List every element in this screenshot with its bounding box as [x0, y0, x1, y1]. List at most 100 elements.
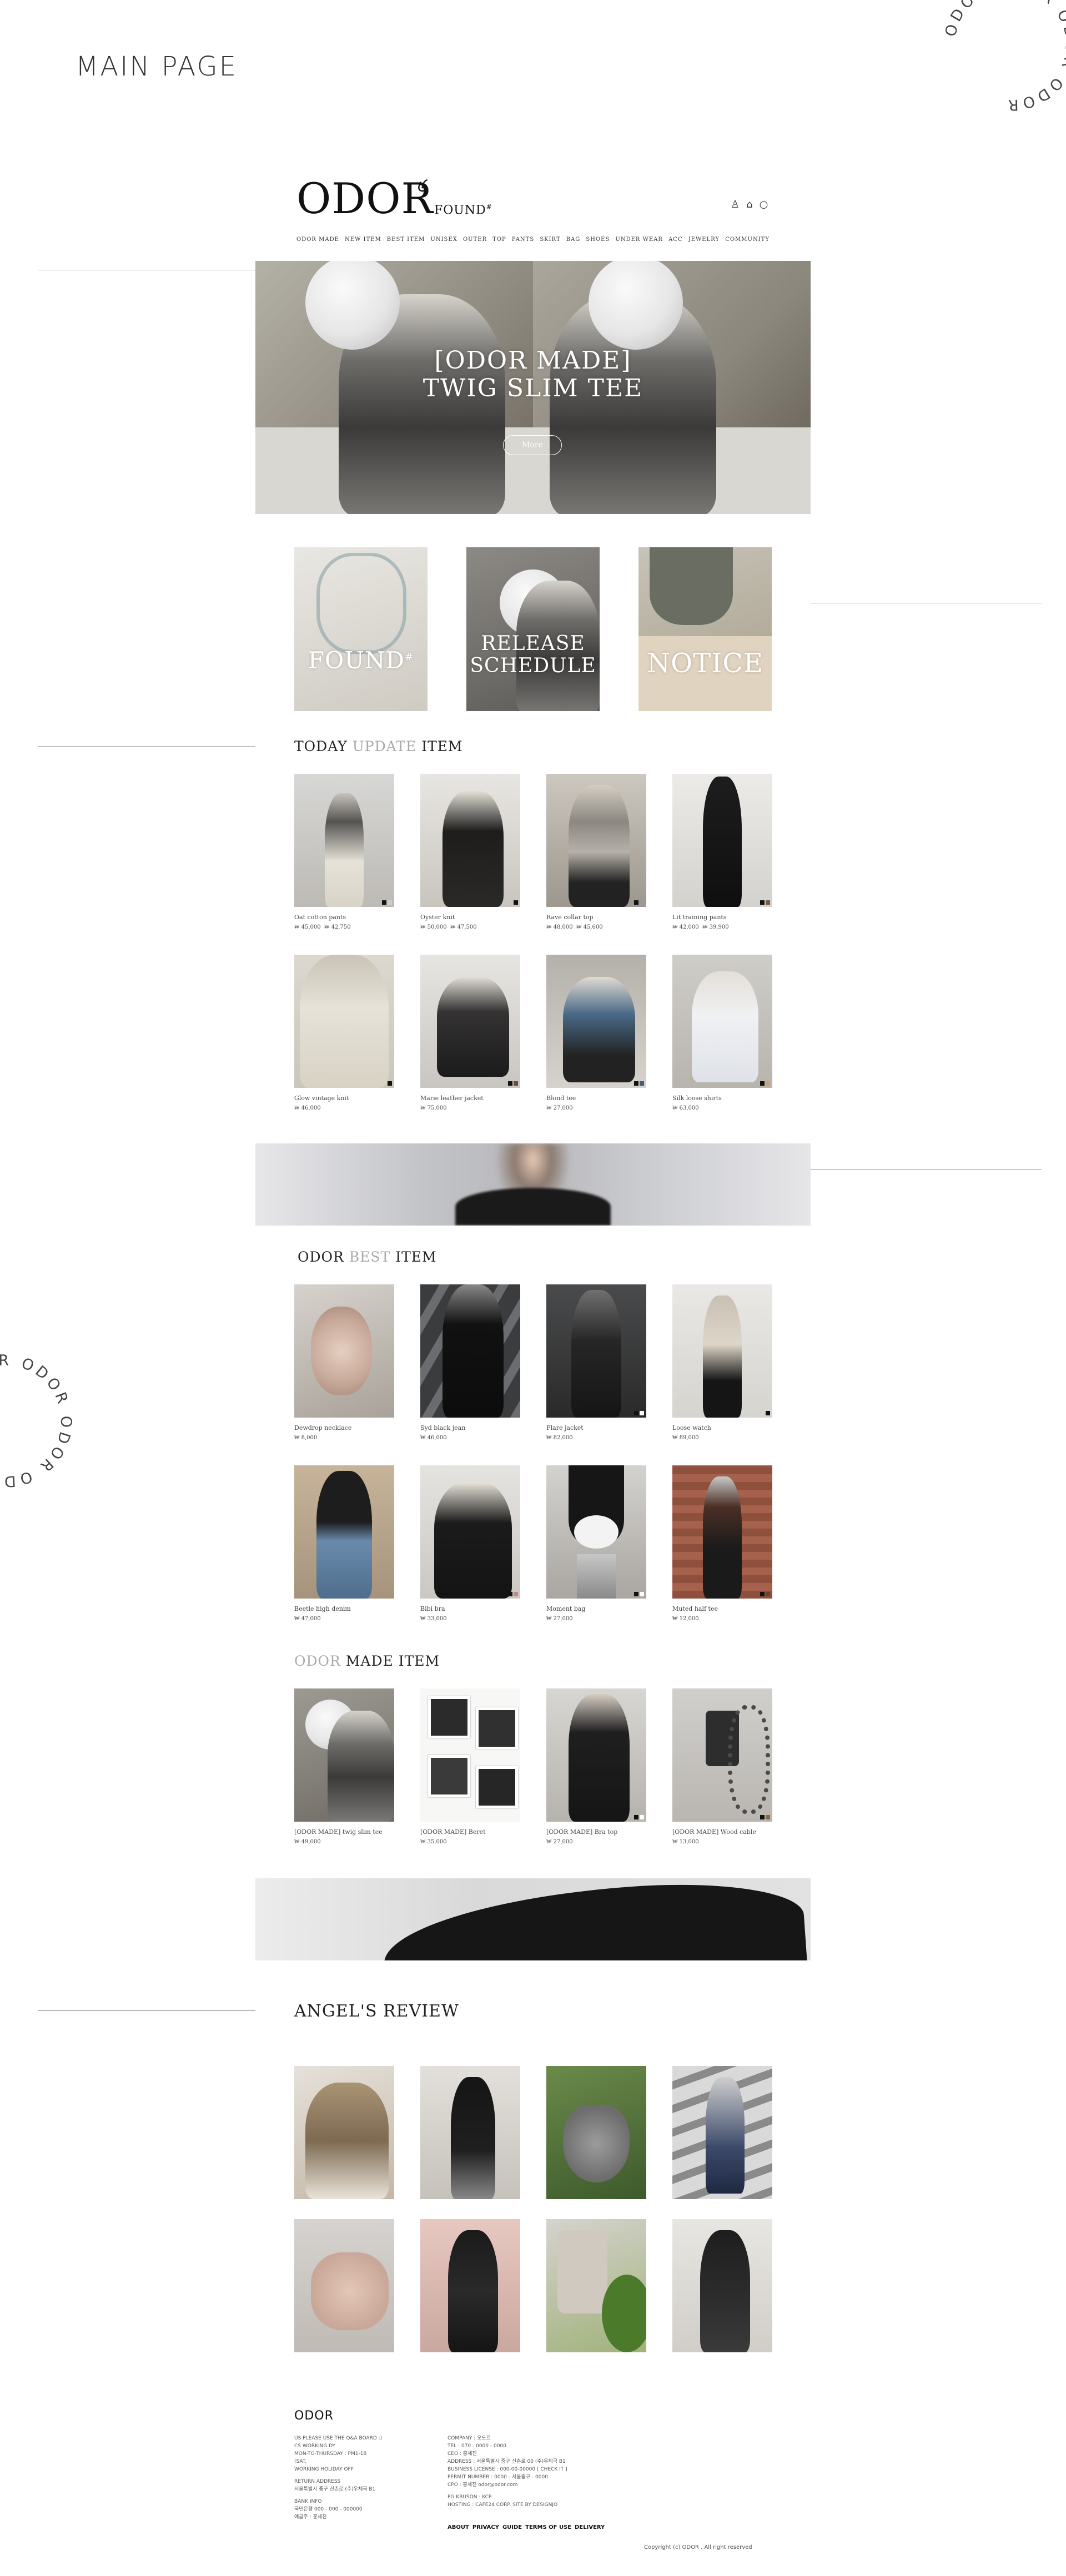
product-image[interactable]: [546, 955, 646, 1088]
product-name[interactable]: Oyster knit: [420, 914, 520, 921]
review-photo[interactable]: [294, 2219, 394, 2352]
product-name[interactable]: Lit training pants: [672, 914, 772, 921]
review-photo[interactable]: [420, 2219, 520, 2352]
review-photo[interactable]: [294, 2066, 394, 2199]
review-photo[interactable]: [546, 2066, 646, 2199]
review-photo[interactable]: [672, 2219, 772, 2352]
product-image[interactable]: [294, 1465, 394, 1599]
nav-item-jewelry[interactable]: JEWELRY: [688, 236, 720, 243]
product-card[interactable]: Dewdrop necklace ₩ 8,000: [294, 1284, 394, 1441]
product-image[interactable]: [420, 1688, 520, 1822]
footer-link-guide[interactable]: GUIDE: [502, 2524, 522, 2530]
nav-item-top[interactable]: TOP: [492, 236, 506, 243]
product-image[interactable]: [294, 1688, 394, 1822]
footer-link-about[interactable]: ABOUT: [447, 2524, 469, 2530]
nav-item-bag[interactable]: BAG: [566, 236, 581, 243]
product-image[interactable]: [546, 1284, 646, 1418]
product-image[interactable]: [420, 1465, 520, 1599]
review-photo[interactable]: [546, 2219, 646, 2352]
footer-link-delivery[interactable]: DELIVERY: [575, 2524, 605, 2530]
product-name[interactable]: Dewdrop necklace: [294, 1424, 394, 1431]
product-card[interactable]: Rave collar top ₩ 48,000 ₩ 45,600: [546, 774, 646, 930]
product-name[interactable]: [ODOR MADE] Bra top: [546, 1828, 646, 1836]
hero-banner[interactable]: [ODOR MADE] TWIG SLIM TEE More: [255, 261, 811, 514]
product-card[interactable]: Bibi bra ₩ 33,000: [420, 1465, 520, 1622]
product-name[interactable]: Bibi bra: [420, 1605, 520, 1612]
review-photo[interactable]: [672, 2066, 772, 2199]
product-card[interactable]: [ODOR MADE] Beret ₩ 35,000: [420, 1688, 520, 1845]
product-image[interactable]: [672, 955, 772, 1088]
product-name[interactable]: Flare jacket: [546, 1424, 646, 1431]
product-card[interactable]: Lit training pants ₩ 42,000 ₩ 39,900: [672, 774, 772, 930]
hero-more-button[interactable]: More: [503, 435, 562, 455]
product-card[interactable]: Syd black jean ₩ 46,000: [420, 1284, 520, 1441]
search-icon[interactable]: ○: [760, 199, 768, 210]
nav-item-underwear[interactable]: UNDER WEAR: [615, 236, 663, 243]
product-name[interactable]: [ODOR MADE] Beret: [420, 1828, 520, 1836]
product-card[interactable]: [ODOR MADE] Bra top ₩ 27,000: [546, 1688, 646, 1845]
product-name[interactable]: Moment bag: [546, 1605, 646, 1612]
product-image[interactable]: [294, 955, 394, 1088]
nav-item-shoes[interactable]: SHOES: [586, 236, 610, 243]
product-card[interactable]: Oat cotton pants ₩ 45,000 ₩ 42,750: [294, 774, 394, 930]
product-name[interactable]: Muted half tee: [672, 1605, 772, 1612]
product-card[interactable]: Muted half tee ₩ 12,000: [672, 1465, 772, 1622]
nav-item-best-item[interactable]: BEST ITEM: [387, 236, 425, 243]
footer-link-privacy[interactable]: PRIVACY: [472, 2524, 499, 2530]
nav-item-pants[interactable]: PANTS: [512, 236, 534, 243]
divider-line: [38, 746, 255, 747]
product-name[interactable]: Syd black jean: [420, 1424, 520, 1431]
product-name[interactable]: Glow vintage knit: [294, 1095, 394, 1102]
product-name[interactable]: [ODOR MADE] twig slim tee: [294, 1828, 394, 1836]
bag-icon[interactable]: ⌂: [746, 199, 752, 210]
product-card[interactable]: Beetle high denim ₩ 47,000: [294, 1465, 394, 1622]
footer-logo[interactable]: ODOR: [294, 2409, 334, 2423]
product-name[interactable]: Loose watch: [672, 1424, 772, 1431]
product-image[interactable]: [420, 774, 520, 907]
product-card[interactable]: [ODOR MADE] Wood cable ₩ 13,000: [672, 1688, 772, 1845]
product-name[interactable]: Beetle high denim: [294, 1605, 394, 1612]
nav-item-acc[interactable]: ACC: [668, 236, 683, 243]
promo-banner[interactable]: [255, 1143, 811, 1226]
tile-release-schedule[interactable]: RELEASE SCHEDULE: [466, 547, 600, 711]
product-image[interactable]: [420, 955, 520, 1088]
product-image[interactable]: [546, 1688, 646, 1822]
product-image[interactable]: [294, 774, 394, 907]
product-card[interactable]: Oyster knit ₩ 50,000 ₩ 47,500: [420, 774, 520, 930]
product-card[interactable]: Moment bag ₩ 27,000: [546, 1465, 646, 1622]
product-card[interactable]: Flare jacket ₩ 82,000: [546, 1284, 646, 1441]
product-image[interactable]: [546, 1465, 646, 1599]
nav-item-outer[interactable]: OUTER: [463, 236, 487, 243]
nav-item-odor-made[interactable]: ODOR MADE: [296, 236, 339, 243]
user-icon[interactable]: ♙: [731, 199, 740, 210]
product-image[interactable]: [420, 1284, 520, 1418]
product-name[interactable]: Marie leather jacket: [420, 1095, 520, 1102]
product-image[interactable]: [672, 1284, 772, 1418]
nav-item-skirt[interactable]: SKIRT: [540, 236, 560, 243]
product-image[interactable]: [672, 774, 772, 907]
tile-found[interactable]: FOUND#: [294, 547, 428, 711]
product-name[interactable]: Blond tee: [546, 1095, 646, 1102]
product-card[interactable]: Silk loose shirts ₩ 63,000: [672, 955, 772, 1111]
tile-notice[interactable]: NOTICE: [638, 547, 772, 711]
product-name[interactable]: Silk loose shirts: [672, 1095, 772, 1102]
product-card[interactable]: Marie leather jacket ₩ 75,000: [420, 955, 520, 1111]
product-name[interactable]: Oat cotton pants: [294, 914, 394, 921]
footer-link-terms[interactable]: TERMS OF USE: [525, 2524, 571, 2530]
product-card[interactable]: Loose watch ₩ 89,000: [672, 1284, 772, 1441]
product-card[interactable]: Blond tee ₩ 27,000: [546, 955, 646, 1111]
product-image[interactable]: [294, 1284, 394, 1418]
nav-item-new-item[interactable]: NEW ITEM: [345, 236, 381, 243]
promo-banner[interactable]: [255, 1878, 811, 1960]
nav-item-unisex[interactable]: UNISEX: [430, 236, 457, 243]
product-card[interactable]: Glow vintage knit ₩ 46,000: [294, 955, 394, 1111]
brand-logo[interactable]: ODOR: [296, 178, 434, 220]
product-name[interactable]: [ODOR MADE] Wood cable: [672, 1828, 772, 1836]
product-image[interactable]: [672, 1465, 772, 1599]
nav-item-community[interactable]: COMMUNITY: [725, 236, 770, 243]
product-name[interactable]: Rave collar top: [546, 914, 646, 921]
product-image[interactable]: [672, 1688, 772, 1822]
product-card[interactable]: [ODOR MADE] twig slim tee ₩ 49,000: [294, 1688, 394, 1845]
review-photo[interactable]: [420, 2066, 520, 2199]
product-image[interactable]: [546, 774, 646, 907]
